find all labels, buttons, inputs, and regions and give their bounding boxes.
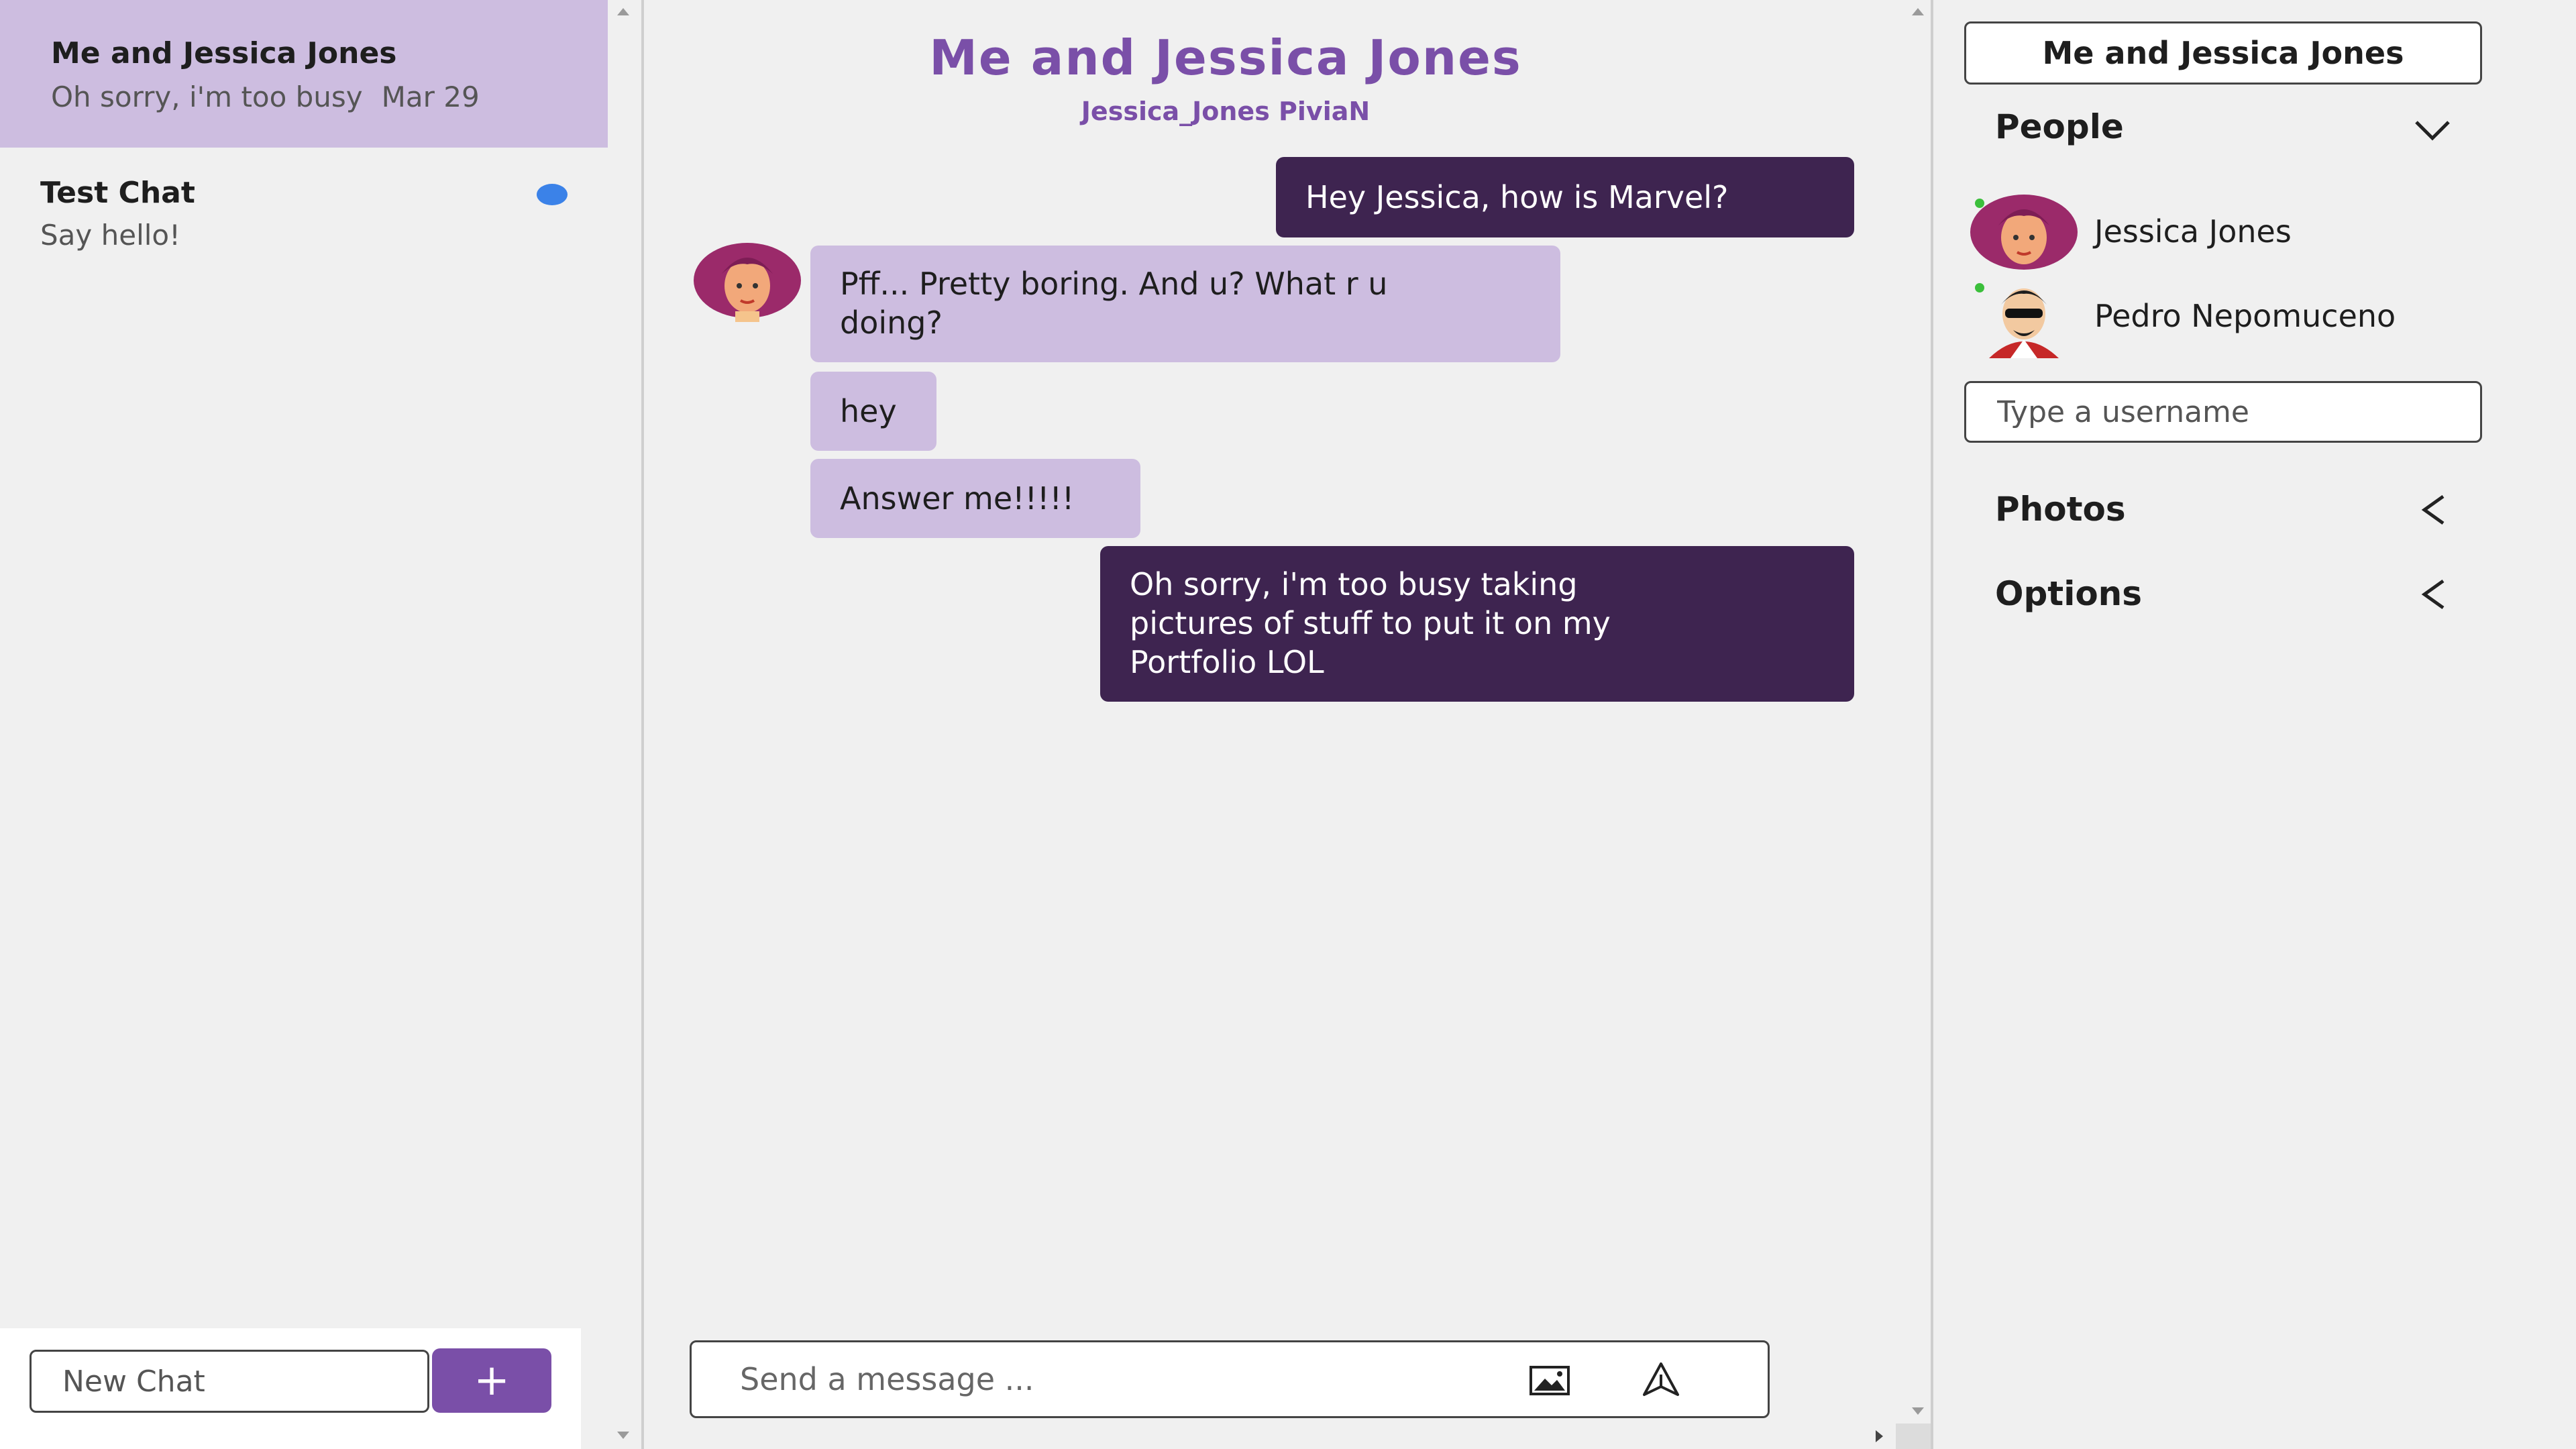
chevron-left-icon[interactable] <box>2420 578 2447 610</box>
message-bubble-incoming: Pff... Pretty boring. And u? What r u do… <box>810 246 1560 362</box>
chat-list-item-active[interactable]: Me and Jessica Jones Oh sorry, i'm too b… <box>0 0 608 148</box>
image-icon[interactable] <box>1529 1365 1570 1396</box>
chat-list-item-title: Me and Jessica Jones <box>51 36 397 70</box>
scroll-down-icon[interactable] <box>617 1432 629 1439</box>
people-label: People <box>1995 107 2124 146</box>
member-name: Jessica Jones <box>2094 213 2292 250</box>
message-line: Portfolio LOL <box>1130 644 1324 680</box>
scroll-down-icon[interactable] <box>1912 1407 1924 1415</box>
add-member-input[interactable] <box>1964 381 2482 443</box>
scroll-up-icon[interactable] <box>617 8 629 15</box>
options-label: Options <box>1995 574 2143 613</box>
message-line: pictures of stuff to put it on my <box>1130 605 1611 641</box>
chat-list-panel: Me and Jessica Jones Oh sorry, i'm too b… <box>0 0 643 1449</box>
new-chat-input[interactable] <box>30 1350 429 1413</box>
chat-settings-panel: Me and Jessica Jones People Jessica Jone… <box>1933 0 2576 1449</box>
chat-list-item-date: Mar 29 <box>381 80 480 113</box>
conversation-scrollbar[interactable] <box>1904 0 1932 1449</box>
message-line: Oh sorry, i'm too busy taking <box>1130 566 1578 602</box>
message-bubble-incoming: Answer me!!!!! <box>810 459 1140 538</box>
chat-list-item-preview-row: Oh sorry, i'm too busy Mar 29 <box>51 80 480 113</box>
message-line: Pff... Pretty boring. And u? What r u <box>840 266 1388 302</box>
message-bubble-outgoing: Hey Jessica, how is Marvel? <box>1276 157 1854 237</box>
chat-members: Jessica_Jones PiviaN <box>1081 97 1371 126</box>
message-bubble-outgoing: Oh sorry, i'm too busy taking pictures o… <box>1100 546 1854 702</box>
chat-title-field[interactable]: Me and Jessica Jones <box>1964 21 2482 85</box>
message-line: doing? <box>840 305 943 341</box>
horizontal-scrollbar-thumb[interactable] <box>1896 1424 1932 1449</box>
message-composer <box>690 1340 1770 1418</box>
member-name: Pedro Nepomuceno <box>2094 298 2396 334</box>
add-chat-button[interactable]: + <box>432 1348 551 1413</box>
woman-avatar-icon <box>1970 195 2078 270</box>
scroll-up-icon[interactable] <box>1912 8 1924 15</box>
scroll-right-icon[interactable] <box>1876 1430 1883 1442</box>
member-item[interactable]: Jessica Jones <box>1968 193 2491 274</box>
chat-list-item-preview: Say hello! <box>40 219 180 252</box>
message-bubble-incoming: hey <box>810 372 936 451</box>
man-avatar-icon <box>1989 288 2059 358</box>
chat-list-item-preview: Oh sorry, i'm too busy <box>51 80 363 113</box>
chat-list-scrollbar[interactable] <box>608 0 643 1449</box>
jessica-avatar-icon <box>694 243 801 322</box>
chevron-left-icon[interactable] <box>2420 494 2447 526</box>
member-item[interactable]: Pedro Nepomuceno <box>1968 278 2491 358</box>
chat-list-item-title: Test Chat <box>40 176 195 210</box>
message-input[interactable] <box>693 1344 1431 1415</box>
chat-list-item[interactable]: Test Chat Say hello! <box>0 148 608 288</box>
chat-title: Me and Jessica Jones <box>929 30 1522 86</box>
online-status-dot <box>1975 283 1984 292</box>
conversation-panel: Me and Jessica Jones Jessica_Jones Pivia… <box>644 0 1932 1449</box>
people-section-header[interactable]: People <box>1995 107 2124 146</box>
options-section-header[interactable]: Options <box>1995 574 2142 613</box>
online-status-dot <box>1975 199 1984 208</box>
unread-indicator <box>537 184 568 205</box>
photos-label: Photos <box>1995 490 2126 529</box>
photos-section-header[interactable]: Photos <box>1995 490 2126 529</box>
new-chat-bar: + <box>0 1328 581 1449</box>
chevron-down-icon[interactable] <box>2414 118 2451 142</box>
send-icon[interactable] <box>1642 1361 1680 1397</box>
